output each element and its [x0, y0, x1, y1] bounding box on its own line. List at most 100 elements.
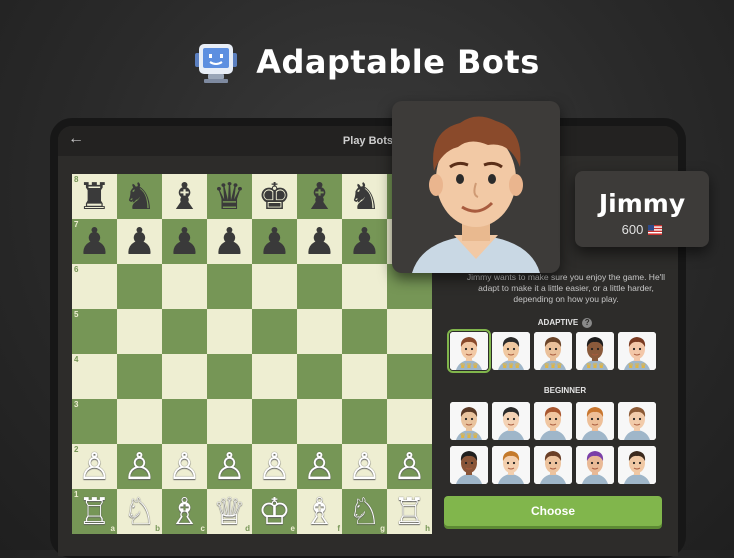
square-f2[interactable]: ♙: [297, 444, 342, 489]
chess-piece-icon[interactable]: ♟: [78, 219, 111, 264]
bot-avatar[interactable]: [576, 446, 614, 484]
bot-avatar[interactable]: [492, 402, 530, 440]
bot-avatar[interactable]: [492, 446, 530, 484]
square-b2[interactable]: ♙: [117, 444, 162, 489]
chess-piece-icon[interactable]: ♖: [78, 489, 111, 534]
square-c5[interactable]: [162, 309, 207, 354]
square-b3[interactable]: [117, 399, 162, 444]
square-f6[interactable]: [297, 264, 342, 309]
square-a2[interactable]: 2 ♙: [72, 444, 117, 489]
square-c1[interactable]: c ♗: [162, 489, 207, 534]
square-g7[interactable]: ♟: [342, 219, 387, 264]
square-a5[interactable]: 5: [72, 309, 117, 354]
bot-avatar[interactable]: [576, 402, 614, 440]
chess-piece-icon[interactable]: ♙: [213, 444, 246, 489]
square-a6[interactable]: 6: [72, 264, 117, 309]
bot-avatar[interactable]: [618, 402, 656, 440]
chess-piece-icon[interactable]: ♜: [78, 174, 111, 219]
square-h1[interactable]: h ♖: [387, 489, 432, 534]
square-a4[interactable]: 4: [72, 354, 117, 399]
square-e4[interactable]: [252, 354, 297, 399]
chess-piece-icon[interactable]: ♟: [168, 219, 201, 264]
square-h3[interactable]: [387, 399, 432, 444]
square-d6[interactable]: [207, 264, 252, 309]
chess-piece-icon[interactable]: ♞: [348, 174, 381, 219]
chess-piece-icon[interactable]: ♞: [123, 174, 156, 219]
chess-piece-icon[interactable]: ♘: [348, 489, 381, 534]
square-b5[interactable]: [117, 309, 162, 354]
square-f4[interactable]: [297, 354, 342, 399]
chess-piece-icon[interactable]: ♗: [303, 489, 336, 534]
chess-piece-icon[interactable]: ♝: [168, 174, 201, 219]
square-a1[interactable]: 1 a ♖: [72, 489, 117, 534]
square-e2[interactable]: ♙: [252, 444, 297, 489]
square-f3[interactable]: [297, 399, 342, 444]
square-e8[interactable]: ♚: [252, 174, 297, 219]
square-d2[interactable]: ♙: [207, 444, 252, 489]
bot-avatar[interactable]: ♛♛♛: [450, 402, 488, 440]
square-e7[interactable]: ♟: [252, 219, 297, 264]
square-f1[interactable]: f ♗: [297, 489, 342, 534]
bot-avatar[interactable]: [618, 446, 656, 484]
square-g8[interactable]: ♞: [342, 174, 387, 219]
square-g5[interactable]: [342, 309, 387, 354]
square-a8[interactable]: 8 ♜: [72, 174, 117, 219]
chess-piece-icon[interactable]: ♟: [123, 219, 156, 264]
square-e3[interactable]: [252, 399, 297, 444]
chess-piece-icon[interactable]: ♖: [393, 489, 426, 534]
chess-piece-icon[interactable]: ♝: [303, 174, 336, 219]
square-h5[interactable]: [387, 309, 432, 354]
chess-piece-icon[interactable]: ♙: [123, 444, 156, 489]
bot-avatar[interactable]: [534, 446, 572, 484]
chess-piece-icon[interactable]: ♗: [168, 489, 201, 534]
square-a3[interactable]: 3: [72, 399, 117, 444]
chess-piece-icon[interactable]: ♙: [303, 444, 336, 489]
square-d5[interactable]: [207, 309, 252, 354]
bot-avatar[interactable]: [534, 402, 572, 440]
square-c6[interactable]: [162, 264, 207, 309]
square-e5[interactable]: [252, 309, 297, 354]
square-c7[interactable]: ♟: [162, 219, 207, 264]
chess-piece-icon[interactable]: ♙: [348, 444, 381, 489]
bot-avatar[interactable]: ♛♛♛: [576, 332, 614, 370]
chess-piece-icon[interactable]: ♔: [258, 489, 291, 534]
chess-piece-icon[interactable]: ♕: [213, 489, 246, 534]
square-e6[interactable]: [252, 264, 297, 309]
chess-piece-icon[interactable]: ♟: [213, 219, 246, 264]
square-g1[interactable]: g ♘: [342, 489, 387, 534]
bot-avatar[interactable]: ♛♛♛: [618, 332, 656, 370]
chess-piece-icon[interactable]: ♘: [123, 489, 156, 534]
square-d4[interactable]: [207, 354, 252, 399]
square-h2[interactable]: ♙: [387, 444, 432, 489]
square-c3[interactable]: [162, 399, 207, 444]
chess-piece-icon[interactable]: ♙: [258, 444, 291, 489]
help-icon[interactable]: ?: [582, 318, 593, 328]
chess-piece-icon[interactable]: ♙: [393, 444, 426, 489]
square-c8[interactable]: ♝: [162, 174, 207, 219]
square-g2[interactable]: ♙: [342, 444, 387, 489]
square-h4[interactable]: [387, 354, 432, 399]
chess-piece-icon[interactable]: ♟: [348, 219, 381, 264]
bot-avatar[interactable]: ♛♛♛: [492, 332, 530, 370]
square-b6[interactable]: [117, 264, 162, 309]
square-g6[interactable]: [342, 264, 387, 309]
square-f5[interactable]: [297, 309, 342, 354]
square-c4[interactable]: [162, 354, 207, 399]
chess-piece-icon[interactable]: ♙: [78, 444, 111, 489]
square-d8[interactable]: ♛: [207, 174, 252, 219]
chess-piece-icon[interactable]: ♟: [303, 219, 336, 264]
chess-piece-icon[interactable]: ♟: [258, 219, 291, 264]
square-f8[interactable]: ♝: [297, 174, 342, 219]
chess-board[interactable]: 8 ♜ ♞ ♝ ♛ ♚ ♝ ♞ 7 ♟ ♟ ♟ ♟ ♟ ♟ ♟ 6 5 4 3 2 ♙ ♙ ♙ ♙ ♙ ♙ ♙ ♙ 1 a ♖ b ♘ c ♗ d ♕ e ♔…: [72, 174, 432, 534]
bot-avatar[interactable]: ♛♛♛: [534, 332, 572, 370]
bot-avatar[interactable]: ♛♛♛: [447, 329, 491, 373]
square-b1[interactable]: b ♘: [117, 489, 162, 534]
square-e1[interactable]: e ♔: [252, 489, 297, 534]
chess-piece-icon[interactable]: ♚: [258, 174, 291, 219]
square-a7[interactable]: 7 ♟: [72, 219, 117, 264]
square-d3[interactable]: [207, 399, 252, 444]
bot-avatar[interactable]: [450, 446, 488, 484]
square-g3[interactable]: [342, 399, 387, 444]
chess-piece-icon[interactable]: ♙: [168, 444, 201, 489]
square-b7[interactable]: ♟: [117, 219, 162, 264]
